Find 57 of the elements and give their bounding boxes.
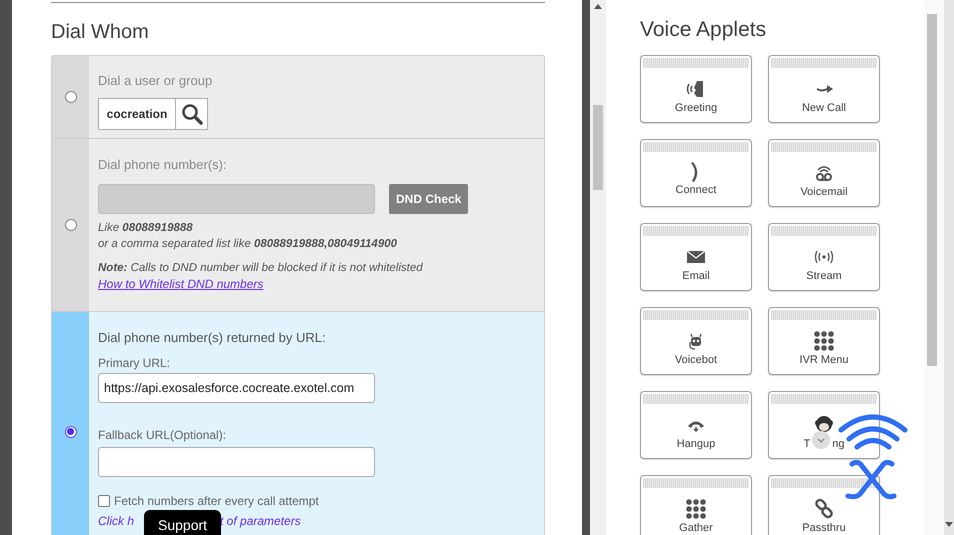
applet-card[interactable]: Voicebot xyxy=(640,307,752,375)
applet-label: Hangup xyxy=(676,437,716,451)
applet-card[interactable]: Gather xyxy=(640,475,752,535)
keypad-icon xyxy=(685,498,707,520)
hint-text: Like 08088919888 xyxy=(98,221,194,236)
applet-label: ng xyxy=(832,437,844,451)
applet-card[interactable]: IVR Menu xyxy=(768,307,880,375)
applet-label: Stream xyxy=(806,269,842,283)
radio-button[interactable] xyxy=(64,219,76,231)
field-label: Fallback URL(Optional): xyxy=(98,427,228,443)
scrollbar-thumb[interactable] xyxy=(927,14,937,366)
applet-label: Passthru xyxy=(802,521,846,535)
section-title: Voice Applets xyxy=(640,17,768,43)
note-text: Note: Calls to DND number will be blocked if it is not whitelisted xyxy=(98,261,424,276)
applet-card[interactable]: Stream xyxy=(768,223,880,291)
checkbox[interactable] xyxy=(98,495,110,507)
link-icon xyxy=(813,498,835,520)
field-label: Primary URL: xyxy=(98,355,172,371)
applet-label: Email xyxy=(682,269,710,283)
applet-card[interactable]: Passthru xyxy=(768,475,880,535)
primary-url-field[interactable]: https://api.exosalesforce.cocreate.exotel.com xyxy=(98,373,375,403)
scrollbar-thumb[interactable] xyxy=(593,105,603,190)
option-label: Dial phone number(s): xyxy=(98,156,228,174)
applet-card[interactable]: Email xyxy=(640,223,752,291)
applet-card[interactable]: Connect xyxy=(640,139,752,207)
applet-label: New Call xyxy=(802,101,846,115)
chevron-down-icon xyxy=(817,438,826,442)
phone-number-field[interactable] xyxy=(98,184,375,214)
radio-button[interactable] xyxy=(64,426,76,438)
applet-card[interactable]: Hangup xyxy=(640,391,752,459)
applet-label: Voicebot xyxy=(674,353,718,367)
section-title: Dial Whom xyxy=(51,20,150,45)
radio-button[interactable] xyxy=(64,91,76,103)
option-label: Dial a user or group xyxy=(98,72,214,90)
search-icon xyxy=(180,103,202,125)
dnd-check-button[interactable]: DND Check xyxy=(389,184,468,214)
whitelist-link[interactable]: How to Whitelist DND numbers xyxy=(98,276,264,292)
option-label: Dial phone number(s) returned by URL: xyxy=(98,329,327,347)
parameters-link[interactable]: Click h xyxy=(98,514,134,528)
applet-label: Voicemail xyxy=(800,185,848,199)
applet-card[interactable]: Voicemail xyxy=(768,139,880,207)
applet-label: T xyxy=(804,437,810,451)
applet-label: Connect xyxy=(676,183,716,197)
hint-text: or a comma separated list like 08088919888,08049114900 xyxy=(98,237,398,252)
scroll-down-icon[interactable] xyxy=(945,522,953,527)
fallback-url-field[interactable] xyxy=(98,447,375,477)
applet-label: Greeting xyxy=(674,101,718,115)
applet-card[interactable]: Greeting xyxy=(640,55,752,123)
keypad-icon xyxy=(813,330,835,352)
scroll-up-icon[interactable] xyxy=(594,4,602,9)
applet-label: IVR Menu xyxy=(800,353,848,367)
support-tooltip[interactable]: Support xyxy=(144,510,222,535)
applet-card[interactable]: T ng xyxy=(768,391,880,459)
expand-button[interactable] xyxy=(812,431,830,449)
applet-card[interactable]: New Call xyxy=(768,55,880,123)
checkbox-label: Fetch numbers after every call attempt xyxy=(114,494,319,508)
applet-label: Gather xyxy=(679,521,713,535)
